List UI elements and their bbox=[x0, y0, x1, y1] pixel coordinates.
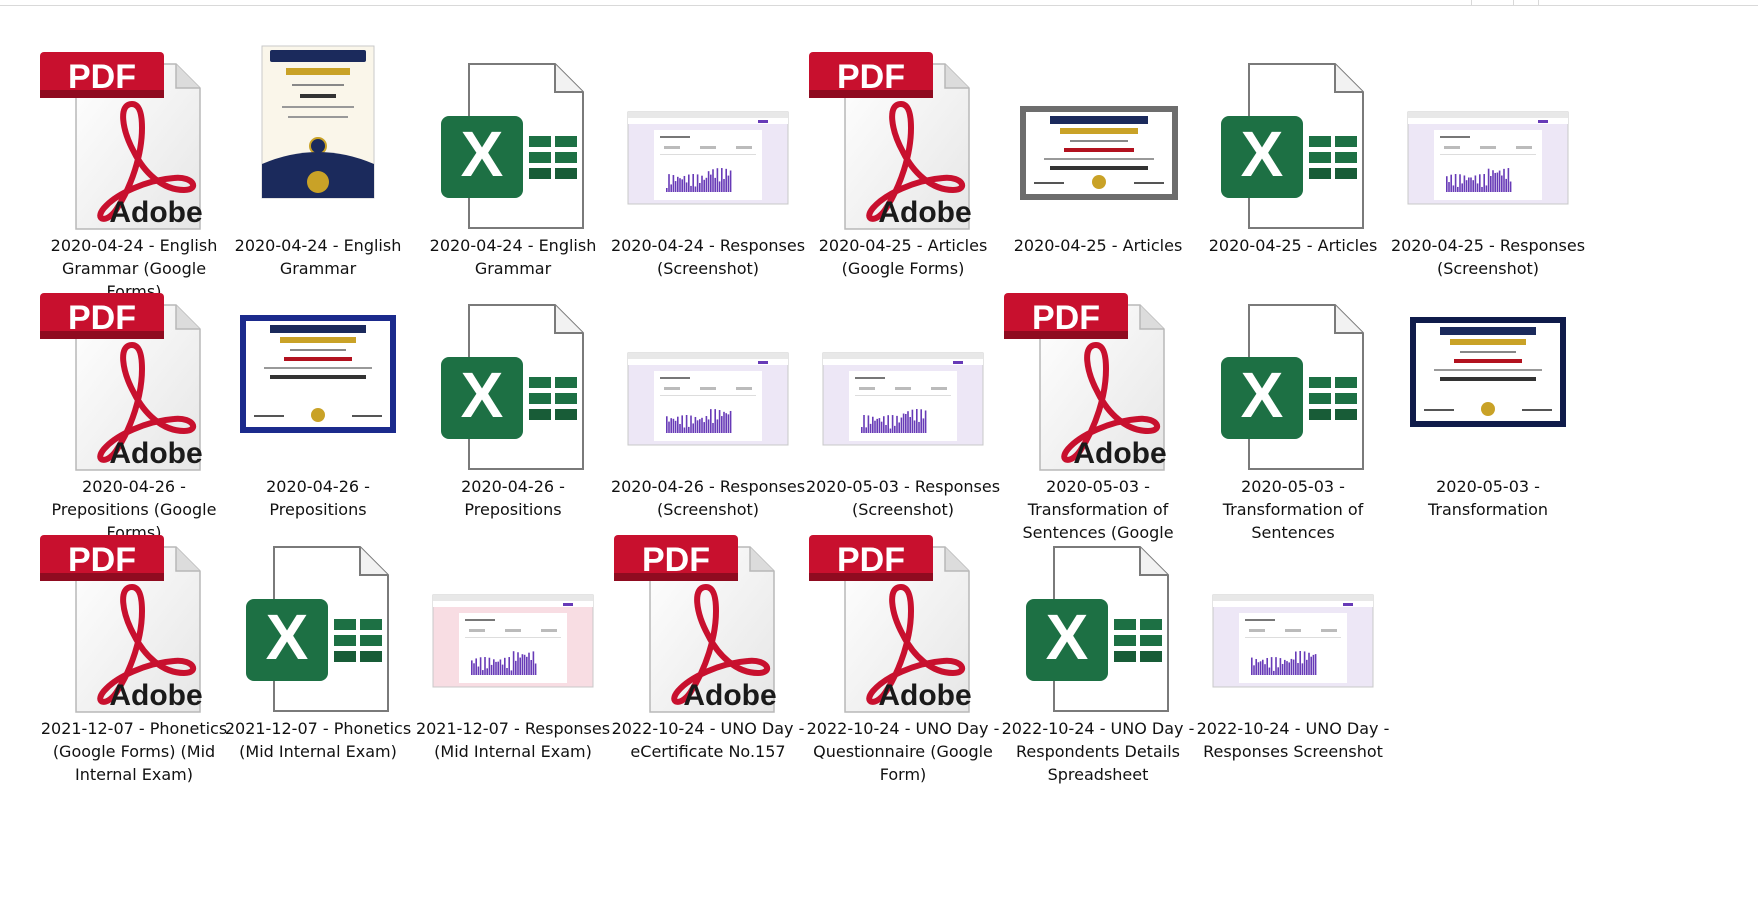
svg-text:PDF: PDF bbox=[68, 299, 136, 337]
svg-text:Adobe: Adobe bbox=[109, 196, 202, 229]
pdf-icon: PDF Adobe bbox=[34, 285, 234, 475]
svg-text:X: X bbox=[266, 601, 309, 673]
screenshot-thumbnail bbox=[413, 527, 613, 717]
excel-icon: X bbox=[413, 285, 613, 475]
pdf-icon: PDF Adobe bbox=[803, 44, 1003, 234]
svg-text:PDF: PDF bbox=[837, 541, 905, 579]
pdf-icon: PDF Adobe bbox=[34, 527, 234, 717]
screenshot-thumbnail bbox=[608, 44, 808, 234]
file-item[interactable]: 2020-05-03 - Transformation bbox=[1388, 255, 1588, 540]
screenshot-thumbnail bbox=[1388, 44, 1588, 234]
excel-icon: X bbox=[1193, 44, 1393, 234]
svg-text:PDF: PDF bbox=[642, 541, 710, 579]
pdf-icon: PDF Adobe bbox=[998, 285, 1198, 475]
svg-text:PDF: PDF bbox=[68, 58, 136, 96]
pdf-icon: PDF Adobe bbox=[608, 527, 808, 717]
file-item[interactable]: PDF Adobe 2022-10-24 - UNO Day - eCertif… bbox=[608, 497, 808, 782]
pdf-icon: PDF Adobe bbox=[34, 44, 234, 234]
svg-text:X: X bbox=[1241, 359, 1284, 431]
excel-icon: X bbox=[998, 527, 1198, 717]
excel-icon: X bbox=[413, 44, 613, 234]
file-name: 2021-12-07 - Responses (Mid Internal Exa… bbox=[415, 719, 611, 761]
excel-icon: X bbox=[218, 527, 418, 717]
file-name: 2021-12-07 - Phonetics (Google Forms) (M… bbox=[40, 719, 228, 784]
svg-text:PDF: PDF bbox=[68, 541, 136, 579]
file-item[interactable]: PDF Adobe 2022-10-24 - UNO Day - Questio… bbox=[803, 497, 1003, 784]
file-name: 2022-10-24 - UNO Day - eCertificate No.1… bbox=[611, 719, 805, 761]
svg-text:Adobe: Adobe bbox=[109, 437, 202, 470]
screenshot-thumbnail bbox=[1193, 527, 1393, 717]
file-name: 2022-10-24 - UNO Day - Questionnaire (Go… bbox=[806, 719, 1000, 784]
svg-text:Adobe: Adobe bbox=[1073, 437, 1166, 470]
svg-text:Adobe: Adobe bbox=[878, 679, 971, 712]
file-item[interactable]: 2021-12-07 - Responses (Mid Internal Exa… bbox=[413, 497, 613, 782]
certificate-thumbnail bbox=[218, 285, 418, 475]
file-name: 2022-10-24 - UNO Day - Respondents Detai… bbox=[1001, 719, 1195, 784]
certificate-thumbnail bbox=[218, 44, 418, 234]
svg-text:Adobe: Adobe bbox=[683, 679, 776, 712]
svg-text:PDF: PDF bbox=[1032, 299, 1100, 337]
file-grid: PDF Adobe 2020-04-24 - English Grammar (… bbox=[0, 0, 1758, 907]
certificate-thumbnail bbox=[998, 44, 1198, 234]
file-item[interactable]: X 2021-12-07 - Phonetics (Mid Internal E… bbox=[218, 497, 418, 782]
file-name: 2020-04-25 - Articles bbox=[1208, 236, 1378, 255]
file-item[interactable]: X 2022-10-24 - UNO Day - Respondents Det… bbox=[998, 497, 1198, 784]
file-name: 2022-10-24 - UNO Day - Responses Screens… bbox=[1196, 719, 1390, 761]
file-name: 2020-05-03 - Transformation bbox=[1427, 477, 1549, 519]
svg-text:Adobe: Adobe bbox=[878, 196, 971, 229]
file-item[interactable]: 2022-10-24 - UNO Day - Responses Screens… bbox=[1193, 497, 1393, 782]
file-name: 2020-04-25 - Articles bbox=[1013, 236, 1183, 255]
svg-text:X: X bbox=[461, 359, 504, 431]
screenshot-thumbnail bbox=[608, 285, 808, 475]
screenshot-thumbnail bbox=[803, 285, 1003, 475]
svg-text:PDF: PDF bbox=[837, 58, 905, 96]
svg-text:Adobe: Adobe bbox=[109, 679, 202, 712]
file-item[interactable]: PDF Adobe 2021-12-07 - Phonetics (Google… bbox=[34, 497, 234, 784]
certificate-thumbnail bbox=[1388, 285, 1588, 475]
pdf-icon: PDF Adobe bbox=[803, 527, 1003, 717]
svg-text:X: X bbox=[1046, 601, 1089, 673]
svg-text:X: X bbox=[461, 118, 504, 190]
svg-text:X: X bbox=[1241, 118, 1284, 190]
excel-icon: X bbox=[1193, 285, 1393, 475]
file-name: 2021-12-07 - Phonetics (Mid Internal Exa… bbox=[224, 719, 412, 761]
